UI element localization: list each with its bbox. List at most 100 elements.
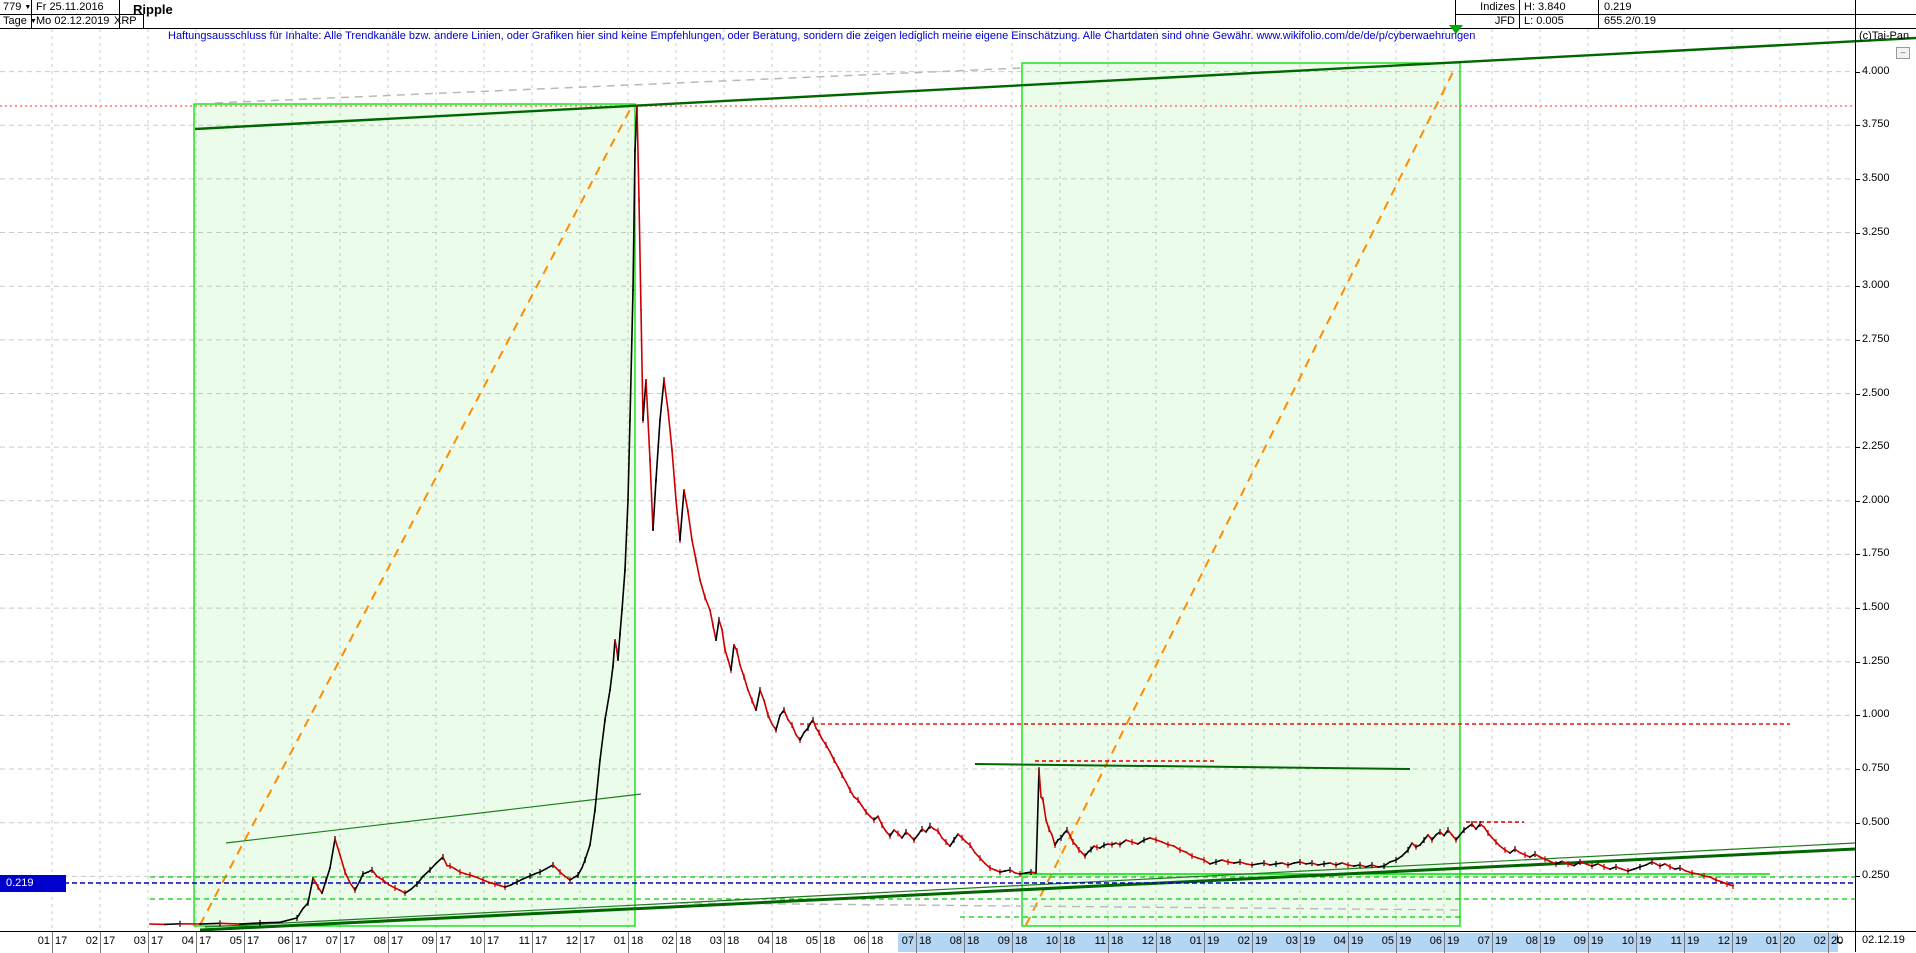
- date-tick-year: 17: [103, 935, 115, 947]
- date-tick-mark: [196, 932, 197, 953]
- price-series-segment: [792, 725, 796, 735]
- price-series-segment: [990, 868, 995, 870]
- date-tick-mark: [436, 932, 437, 953]
- price-series-segment: [1616, 867, 1622, 869]
- date-tick-year: 18: [775, 935, 787, 947]
- axis-corner-date: 02.12.19: [1862, 934, 1905, 946]
- date-tick-month: 11: [1667, 935, 1682, 947]
- price-series-segment: [672, 450, 676, 500]
- date-tick-year: 18: [1015, 935, 1027, 947]
- date-tick-year: 17: [583, 935, 595, 947]
- date-tick-month: 02: [1811, 935, 1826, 947]
- price-series-segment: [1686, 871, 1692, 873]
- price-series-segment: [637, 106, 639, 200]
- price-tick-mark: [1856, 447, 1860, 448]
- date-tick-mark: [484, 932, 485, 953]
- price-series-segment: [646, 380, 650, 460]
- date-tick-year: 19: [1495, 935, 1507, 947]
- date-tick-month: 10: [1619, 935, 1634, 947]
- date-tick-mark: [1108, 932, 1109, 953]
- date-tick-mark: [1348, 932, 1349, 953]
- price-series-segment: [240, 923, 260, 924]
- price-series-segment: [688, 512, 692, 541]
- price-series-segment: [1252, 864, 1258, 865]
- price-series-segment: [938, 831, 942, 838]
- price-chart-canvas[interactable]: [0, 0, 1916, 952]
- price-series-segment: [1716, 880, 1722, 882]
- date-tick-mark: [1444, 932, 1445, 953]
- price-series-segment: [639, 200, 641, 310]
- date-axis[interactable]: 0117021703170417051706170717081709171017…: [0, 931, 1916, 953]
- date-tick-mark: [1300, 932, 1301, 953]
- price-series-segment: [850, 790, 854, 797]
- date-tick-month: 07: [899, 935, 914, 947]
- date-tick-month: 11: [1091, 935, 1106, 947]
- date-tick-month: 07: [323, 935, 338, 947]
- price-series-segment: [200, 923, 220, 924]
- date-tick-month: 12: [563, 935, 578, 947]
- price-tick-label: 2.500: [1862, 387, 1890, 399]
- axis-corner-label: L: [1836, 934, 1842, 946]
- date-tick-year: 18: [1159, 935, 1171, 947]
- date-tick-year: 17: [55, 935, 67, 947]
- price-series-segment: [719, 620, 722, 630]
- price-tick-label: 0.250: [1862, 869, 1890, 881]
- price-series-segment: [676, 500, 680, 540]
- price-tick-mark: [1856, 876, 1860, 877]
- date-tick-month: 01: [611, 935, 626, 947]
- date-tick-mark: [724, 932, 725, 953]
- date-tick-mark: [1252, 932, 1253, 953]
- date-tick-month: 07: [1475, 935, 1490, 947]
- date-tick-mark: [868, 932, 869, 953]
- price-series-segment: [696, 560, 700, 580]
- date-tick-year: 17: [391, 935, 403, 947]
- price-series-segment: [975, 853, 980, 858]
- date-tick-month: 09: [995, 935, 1010, 947]
- price-tick-mark: [1856, 394, 1860, 395]
- date-tick-mark: [676, 932, 677, 953]
- copyright-label: (c)Tai-Pan: [1859, 30, 1909, 42]
- current-price-badge: 0.219: [0, 875, 66, 892]
- date-tick-month: 02: [659, 935, 674, 947]
- price-series-segment: [760, 690, 764, 700]
- date-tick-month: 05: [227, 935, 242, 947]
- minimize-button[interactable]: –: [1896, 47, 1910, 59]
- date-tick-mark: [1060, 932, 1061, 953]
- date-tick-mark: [100, 932, 101, 953]
- date-tick-month: 05: [1379, 935, 1394, 947]
- date-tick-mark: [820, 932, 821, 953]
- price-series-segment: [1628, 869, 1634, 871]
- price-series-segment: [1270, 864, 1276, 865]
- price-series-segment: [768, 715, 772, 724]
- price-series-segment: [1634, 867, 1640, 869]
- date-tick-year: 17: [343, 935, 355, 947]
- date-tick-month: 10: [467, 935, 482, 947]
- date-tick-year: 18: [727, 935, 739, 947]
- price-series-segment: [842, 775, 846, 782]
- price-series-segment: [1710, 877, 1716, 880]
- price-series-segment: [1318, 864, 1324, 865]
- date-tick-year: 18: [823, 935, 835, 947]
- date-tick-mark: [1492, 932, 1493, 953]
- date-tick-mark: [1780, 932, 1781, 953]
- price-series-segment: [1500, 846, 1505, 850]
- gray-channel-top[interactable]: [215, 68, 1022, 103]
- date-tick-year: 17: [487, 935, 499, 947]
- price-series-segment: [660, 380, 664, 420]
- price-axis[interactable]: 4.0003.7503.5003.2503.0002.7502.5002.250…: [1856, 0, 1916, 952]
- price-tick-label: 3.750: [1862, 118, 1890, 130]
- price-series-segment: [1378, 866, 1384, 867]
- price-tick-label: 3.500: [1862, 172, 1890, 184]
- price-tick-mark: [1856, 823, 1860, 824]
- price-tick-mark: [1856, 233, 1860, 234]
- date-tick-year: 18: [967, 935, 979, 947]
- price-series-segment: [680, 490, 684, 540]
- date-tick-month: 08: [1523, 935, 1538, 947]
- date-tick-month: 12: [1715, 935, 1730, 947]
- date-tick-month: 01: [35, 935, 50, 947]
- price-series-segment: [834, 760, 838, 767]
- date-tick-year: 17: [151, 935, 163, 947]
- price-tick-mark: [1856, 715, 1860, 716]
- disclaimer-text: Haftungsausschluss für Inhalte: Alle Tre…: [168, 30, 1475, 42]
- price-series-segment: [664, 380, 668, 410]
